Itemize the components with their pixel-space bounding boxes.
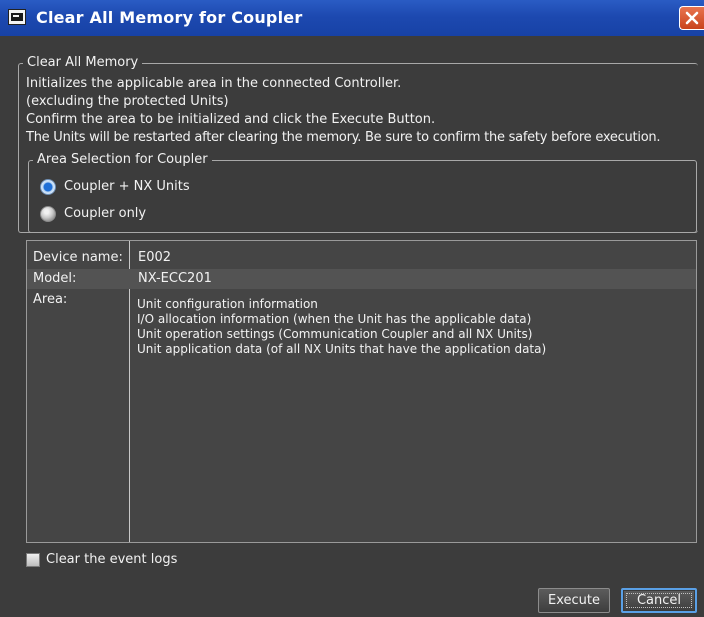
- clear-all-memory-legend: Clear All Memory: [23, 55, 143, 71]
- description-line-2: (excluding the protected Units): [26, 94, 229, 109]
- clear-event-logs-label[interactable]: Clear the event logs: [46, 552, 177, 567]
- info-row-device-name: Device name: E002: [27, 248, 696, 268]
- description-line-4: The Units will be restarted after cleari…: [26, 130, 661, 145]
- title-bar: Clear All Memory for Coupler: [0, 0, 704, 36]
- radio-label: Coupler + NX Units: [64, 179, 190, 194]
- device-info-panel: Device name: E002 Model: NX-ECC201 Area:…: [26, 240, 697, 543]
- model-value: NX-ECC201: [138, 271, 212, 286]
- area-key: Area:: [33, 292, 68, 307]
- radio-selected-icon: [40, 179, 56, 195]
- area-item: Unit application data (of all NX Units t…: [137, 342, 547, 356]
- radio-label: Coupler only: [64, 206, 147, 221]
- execute-button[interactable]: Execute: [538, 588, 610, 613]
- area-list: Unit configuration information I/O alloc…: [137, 297, 546, 357]
- close-button[interactable]: [679, 6, 704, 30]
- app-window-icon: [8, 9, 26, 25]
- area-item: Unit configuration information: [137, 297, 318, 311]
- area-selection-legend: Area Selection for Coupler: [33, 152, 212, 168]
- device-name-key: Device name:: [33, 250, 123, 265]
- radio-unselected-icon: [40, 206, 56, 222]
- info-row-model: Model: NX-ECC201: [27, 269, 696, 289]
- area-selection-group: Area Selection for Coupler: [28, 152, 697, 233]
- cancel-button[interactable]: Cancel: [621, 588, 697, 613]
- description-line-3: Confirm the area to be initialized and c…: [26, 112, 436, 127]
- model-key: Model:: [33, 271, 77, 286]
- area-item: Unit operation settings (Communication C…: [137, 327, 533, 341]
- description-line-1: Initializes the applicable area in the c…: [26, 76, 402, 91]
- window-title: Clear All Memory for Coupler: [36, 8, 303, 27]
- device-name-value: E002: [138, 250, 172, 265]
- area-item: I/O allocation information (when the Uni…: [137, 312, 532, 326]
- clear-event-logs-checkbox[interactable]: [26, 553, 40, 567]
- close-icon: [685, 11, 699, 25]
